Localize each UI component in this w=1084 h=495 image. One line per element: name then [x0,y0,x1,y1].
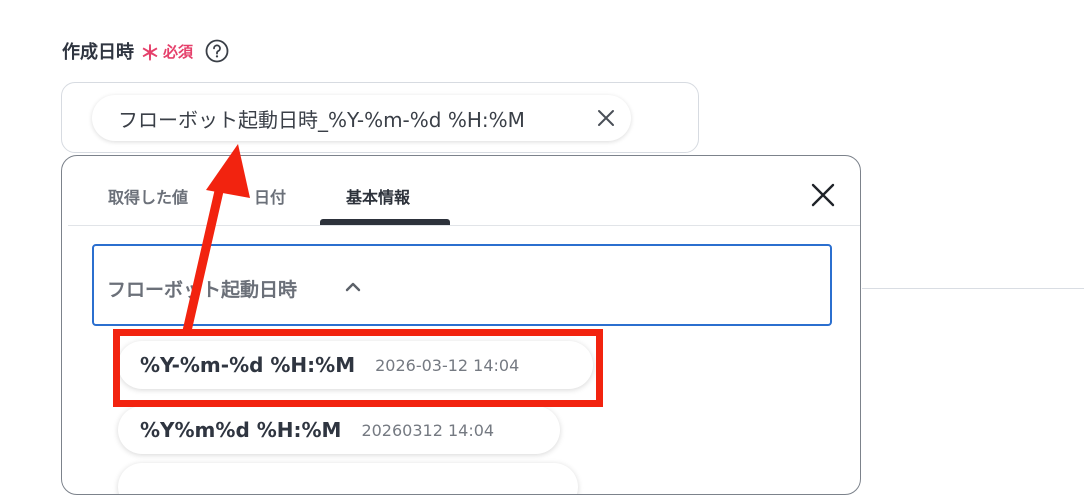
chevron-up-icon [344,278,362,296]
value-chip[interactable]: フローボット起動日時_%Y-%m-%d %H:%M [92,95,631,141]
close-icon[interactable] [596,108,616,128]
section-label: フローボット起動日時 [107,279,298,301]
chip-text: フローボット起動日時_%Y-%m-%d %H:%M [118,107,525,132]
section-divider [862,288,1084,289]
field-label-row: 作成日時 ＊ 必須 [62,36,229,66]
close-icon[interactable] [811,183,835,207]
question-circle-icon[interactable] [205,39,229,63]
annotation-highlight-box [113,329,603,407]
tab-basic-info[interactable]: 基本情報 [346,184,410,208]
section-dropdown-flowbot-start[interactable]: フローボット起動日時 [92,244,832,326]
option-datetime-compact[interactable]: %Y%m%d %H:%M 20260312 14:04 [118,406,560,454]
value-picker-popover: 取得した値 日付 基本情報 フローボット起動日時 %Y-%m-%d %H:%M … [61,155,861,495]
tabs-divider [68,225,860,226]
field-label: 作成日時 [62,42,134,63]
option-format: %Y%m%d %H:%M [140,418,342,442]
tab-date[interactable]: 日付 [254,184,286,208]
required-badge: 必須 [163,42,194,61]
option-example: 20260312 14:04 [361,420,495,440]
tab-retrieved-values[interactable]: 取得した値 [108,184,188,208]
required-asterisk: ＊ [140,40,160,65]
